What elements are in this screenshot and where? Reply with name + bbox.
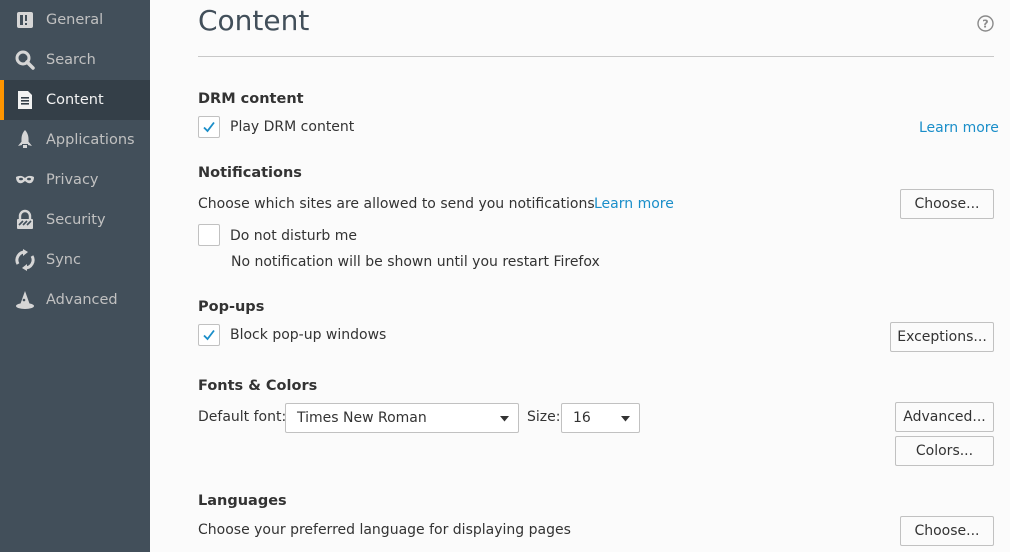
sidebar-item-security[interactable]: Security	[0, 200, 150, 240]
notifications-description: Choose which sites are allowed to send y…	[198, 196, 595, 212]
popups-heading: Pop-ups	[198, 299, 265, 315]
sidebar: General Search Content Applications Priv…	[0, 0, 150, 552]
font-size-select[interactable]: 16	[561, 403, 640, 433]
font-size-value: 16	[573, 410, 591, 426]
languages-description: Choose your preferred language for displ…	[198, 522, 571, 538]
drm-heading: DRM content	[198, 91, 304, 107]
sidebar-item-label: Applications	[46, 132, 135, 148]
drm-learn-more-link[interactable]: Learn more	[919, 120, 999, 136]
fonts-colors-heading: Fonts & Colors	[198, 378, 318, 394]
sidebar-item-label: Privacy	[46, 172, 99, 188]
rocket-icon	[18, 130, 32, 148]
dropdown-arrow-icon	[500, 416, 509, 422]
mask-icon	[16, 175, 34, 184]
checkmark-icon	[203, 329, 215, 341]
checkmark-icon	[203, 121, 215, 133]
sidebar-item-label: Security	[46, 212, 106, 228]
main-panel: Content ? DRM content Play DRM content L…	[150, 0, 1010, 552]
fonts-advanced-button[interactable]: Advanced...	[895, 402, 994, 432]
page-title: Content	[198, 4, 310, 37]
dropdown-arrow-icon	[621, 416, 630, 422]
play-drm-label[interactable]: Play DRM content	[230, 119, 354, 135]
sidebar-item-label: Content	[46, 92, 104, 108]
font-size-label: Size:	[527, 409, 561, 425]
block-popups-label[interactable]: Block pop-up windows	[230, 327, 386, 343]
default-font-label: Default font:	[198, 409, 287, 425]
default-font-select[interactable]: Times New Roman	[285, 403, 519, 433]
notifications-heading: Notifications	[198, 165, 302, 181]
languages-choose-button[interactable]: Choose...	[900, 516, 994, 546]
do-not-disturb-label[interactable]: Do not disturb me	[230, 228, 357, 244]
play-drm-checkbox[interactable]	[198, 116, 220, 138]
languages-heading: Languages	[198, 493, 287, 509]
popups-exceptions-button[interactable]: Exceptions...	[890, 322, 994, 352]
block-popups-checkbox[interactable]	[198, 324, 220, 346]
sidebar-item-label: Search	[46, 52, 96, 68]
sidebar-item-label: General	[46, 12, 104, 28]
title-divider	[198, 56, 994, 57]
search-icon	[15, 50, 35, 70]
do-not-disturb-note: No notification will be shown until you …	[231, 254, 600, 270]
svg-text:?: ?	[982, 18, 988, 31]
sidebar-item-label: Sync	[46, 252, 81, 268]
colors-button[interactable]: Colors...	[895, 436, 994, 466]
general-icon	[17, 12, 33, 28]
sidebar-item-label: Advanced	[46, 292, 118, 308]
sync-icon	[15, 249, 35, 271]
document-icon	[18, 91, 32, 109]
sidebar-item-privacy[interactable]: Privacy	[0, 160, 150, 200]
sidebar-item-search[interactable]: Search	[0, 40, 150, 80]
do-not-disturb-checkbox[interactable]	[198, 224, 220, 246]
notifications-learn-more-link[interactable]: Learn more	[594, 196, 674, 212]
sidebar-item-content[interactable]: Content	[0, 80, 150, 120]
notifications-choose-button[interactable]: Choose...	[900, 189, 994, 219]
sidebar-item-sync[interactable]: Sync	[0, 240, 150, 280]
wizard-hat-icon	[16, 291, 34, 309]
sidebar-item-advanced[interactable]: Advanced	[0, 280, 150, 320]
lock-icon	[17, 209, 33, 229]
sidebar-item-general[interactable]: General	[0, 0, 150, 40]
default-font-value: Times New Roman	[297, 410, 427, 426]
sidebar-item-applications[interactable]: Applications	[0, 120, 150, 160]
help-icon[interactable]: ?	[977, 15, 994, 32]
